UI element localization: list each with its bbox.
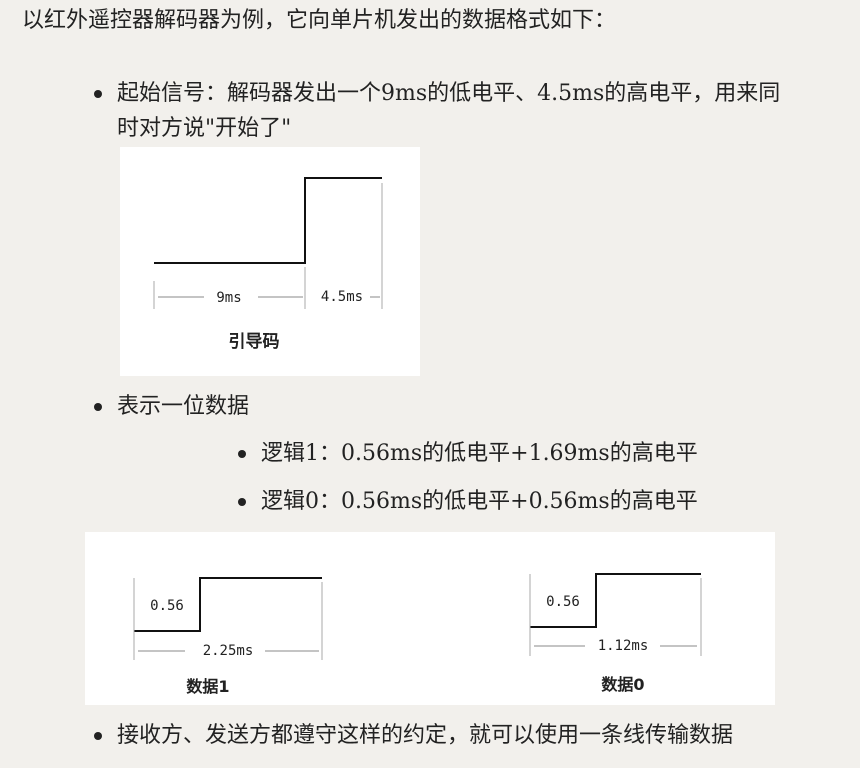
start-signal-text: 起始信号：解码器发出一个9ms的低电平、4.5ms的高电平，用来同 [117, 81, 781, 106]
bit1-caption: 数据1 [186, 677, 229, 696]
data-bits-waveform: 0.56 2.25ms 数据1 0.56 1.12ms 数据0 [133, 573, 702, 696]
bullet-dot [94, 90, 102, 98]
bit0-caption: 数据0 [601, 675, 644, 694]
bullet-dot [94, 403, 102, 411]
bullet-dot [238, 450, 246, 458]
conclusion-text: 接收方、发送方都遵守这样的约定，就可以使用一条线传输数据 [117, 723, 734, 748]
bullet-dot [238, 498, 246, 506]
bit1-total-duration-label: 2.25ms [203, 643, 254, 659]
leader-code-caption: 引导码 [229, 332, 280, 352]
data-bit-text: 表示一位数据 [117, 394, 250, 419]
bit0-low-duration-label: 0.56 [546, 594, 580, 610]
start-signal-text-cont: 时对方说"开始了" [117, 116, 292, 141]
logic1-text: 逻辑1：0.56ms的低电平+1.69ms的高电平 [261, 441, 698, 466]
logic0-text: 逻辑0：0.56ms的低电平+0.56ms的高电平 [261, 489, 698, 514]
leader-low-duration-label: 9ms [216, 290, 241, 306]
bit0-total-duration-label: 1.12ms [598, 638, 649, 654]
intro-text: 以红外遥控器解码器为例，它向单片机发出的数据格式如下： [22, 8, 617, 33]
bit1-low-duration-label: 0.56 [150, 598, 184, 614]
leader-code-figure: 9ms 4.5ms 引导码 [120, 147, 420, 376]
leader-code-waveform: 9ms 4.5ms 引导码 [153, 177, 383, 352]
leader-signal-line [154, 177, 382, 264]
bullet-dot [94, 732, 102, 740]
data-bits-figure: 0.56 2.25ms 数据1 0.56 1.12ms 数据0 [85, 532, 775, 705]
leader-high-duration-label: 4.5ms [321, 289, 363, 305]
